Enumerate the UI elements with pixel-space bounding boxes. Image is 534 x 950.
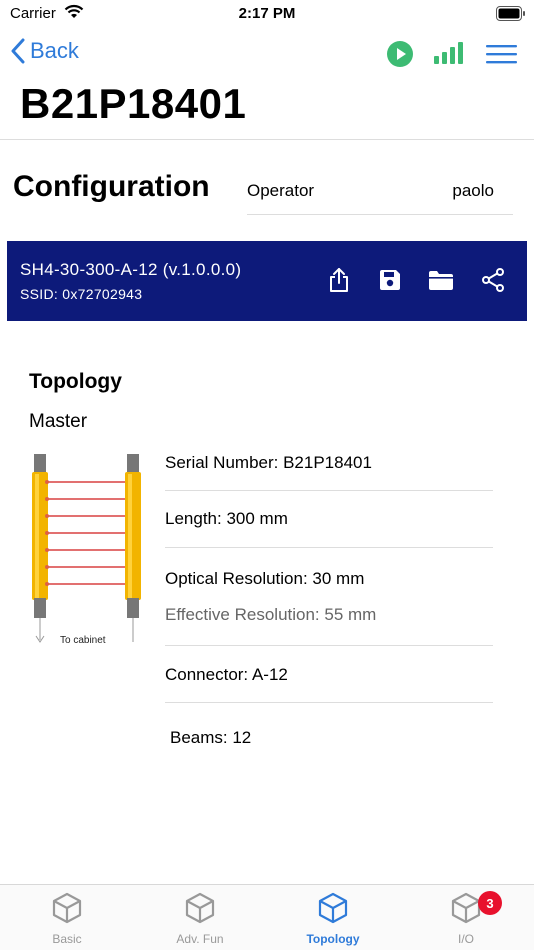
configuration-title: Configuration <box>13 170 210 203</box>
signal-strength-icon[interactable] <box>434 42 466 71</box>
share-icon <box>330 268 348 292</box>
length-row: Length: 300 mm <box>165 491 493 548</box>
serial-number-row: Serial Number: B21P18401 <box>165 435 493 491</box>
notification-badge: 3 <box>478 891 502 915</box>
tab-topology-label: Topology <box>306 932 360 946</box>
tab-adv-fun-label: Adv. Fun <box>176 932 224 946</box>
nav-bar: Back <box>0 36 534 76</box>
back-button[interactable]: Back <box>10 38 79 64</box>
battery-icon <box>496 6 526 26</box>
share-button[interactable] <box>324 265 354 295</box>
optical-resolution-text: Optical Resolution: 30 mm <box>165 569 365 588</box>
open-folder-button[interactable] <box>426 265 456 295</box>
operator-label: Operator <box>247 181 315 200</box>
topology-title: Topology <box>29 370 122 393</box>
length-text: Length: 300 mm <box>165 509 288 528</box>
device-ssid: SSID: 0x72702943 <box>20 286 143 302</box>
device-banner: SH4-30-300-A-12 (v.1.0.0.0) SSID: 0x7270… <box>7 241 527 321</box>
device-serial-title: B21P18401 <box>20 80 247 127</box>
tab-io-label: I/O <box>457 932 474 946</box>
beams-text: Beams: 12 <box>170 728 252 747</box>
cube-icon <box>185 892 215 924</box>
status-bar: Carrier 2:17 PM <box>0 0 534 28</box>
tab-io[interactable]: 3 I/O <box>416 891 516 946</box>
beams-row: Beams: 12 <box>165 703 493 763</box>
chevron-left-icon <box>11 38 25 64</box>
cube-icon <box>52 892 82 924</box>
play-icon[interactable] <box>386 40 414 73</box>
tab-topology[interactable]: Topology <box>283 891 383 946</box>
save-icon <box>380 270 400 290</box>
tab-basic[interactable]: Basic <box>17 891 117 946</box>
title-divider <box>0 139 534 140</box>
folder-icon <box>429 271 453 290</box>
hamburger-menu-icon[interactable] <box>486 44 518 71</box>
cabinet-label: To cabinet <box>60 635 106 646</box>
save-button[interactable] <box>375 265 405 295</box>
tab-adv-fun[interactable]: Adv. Fun <box>150 891 250 946</box>
cube-icon <box>318 892 348 924</box>
operator-divider <box>247 214 513 215</box>
network-share-button[interactable] <box>478 265 508 295</box>
tab-basic-label: Basic <box>52 932 82 946</box>
cube-icon <box>451 892 481 924</box>
tab-bar: Basic Adv. Fun Topology 3 I/O <box>0 884 534 950</box>
resolution-row: Optical Resolution: 30 mm Effective Reso… <box>165 548 493 646</box>
connector-text: Connector: A-12 <box>165 665 288 684</box>
effective-resolution-text: Effective Resolution: 55 mm <box>165 605 377 624</box>
light-curtain-illustration <box>32 454 141 643</box>
connector-row: Connector: A-12 <box>165 646 493 703</box>
serial-number-text: Serial Number: B21P18401 <box>165 453 372 472</box>
network-share-icon <box>482 268 504 292</box>
back-label: Back <box>30 38 79 63</box>
topology-mode: Master <box>29 411 88 432</box>
operator-value: paolo <box>452 181 494 200</box>
status-time: 2:17 PM <box>238 5 296 22</box>
device-model: SH4-30-300-A-12 (v.1.0.0.0) <box>20 260 242 279</box>
topology-info-list: Serial Number: B21P18401 Length: 300 mm … <box>165 435 493 763</box>
